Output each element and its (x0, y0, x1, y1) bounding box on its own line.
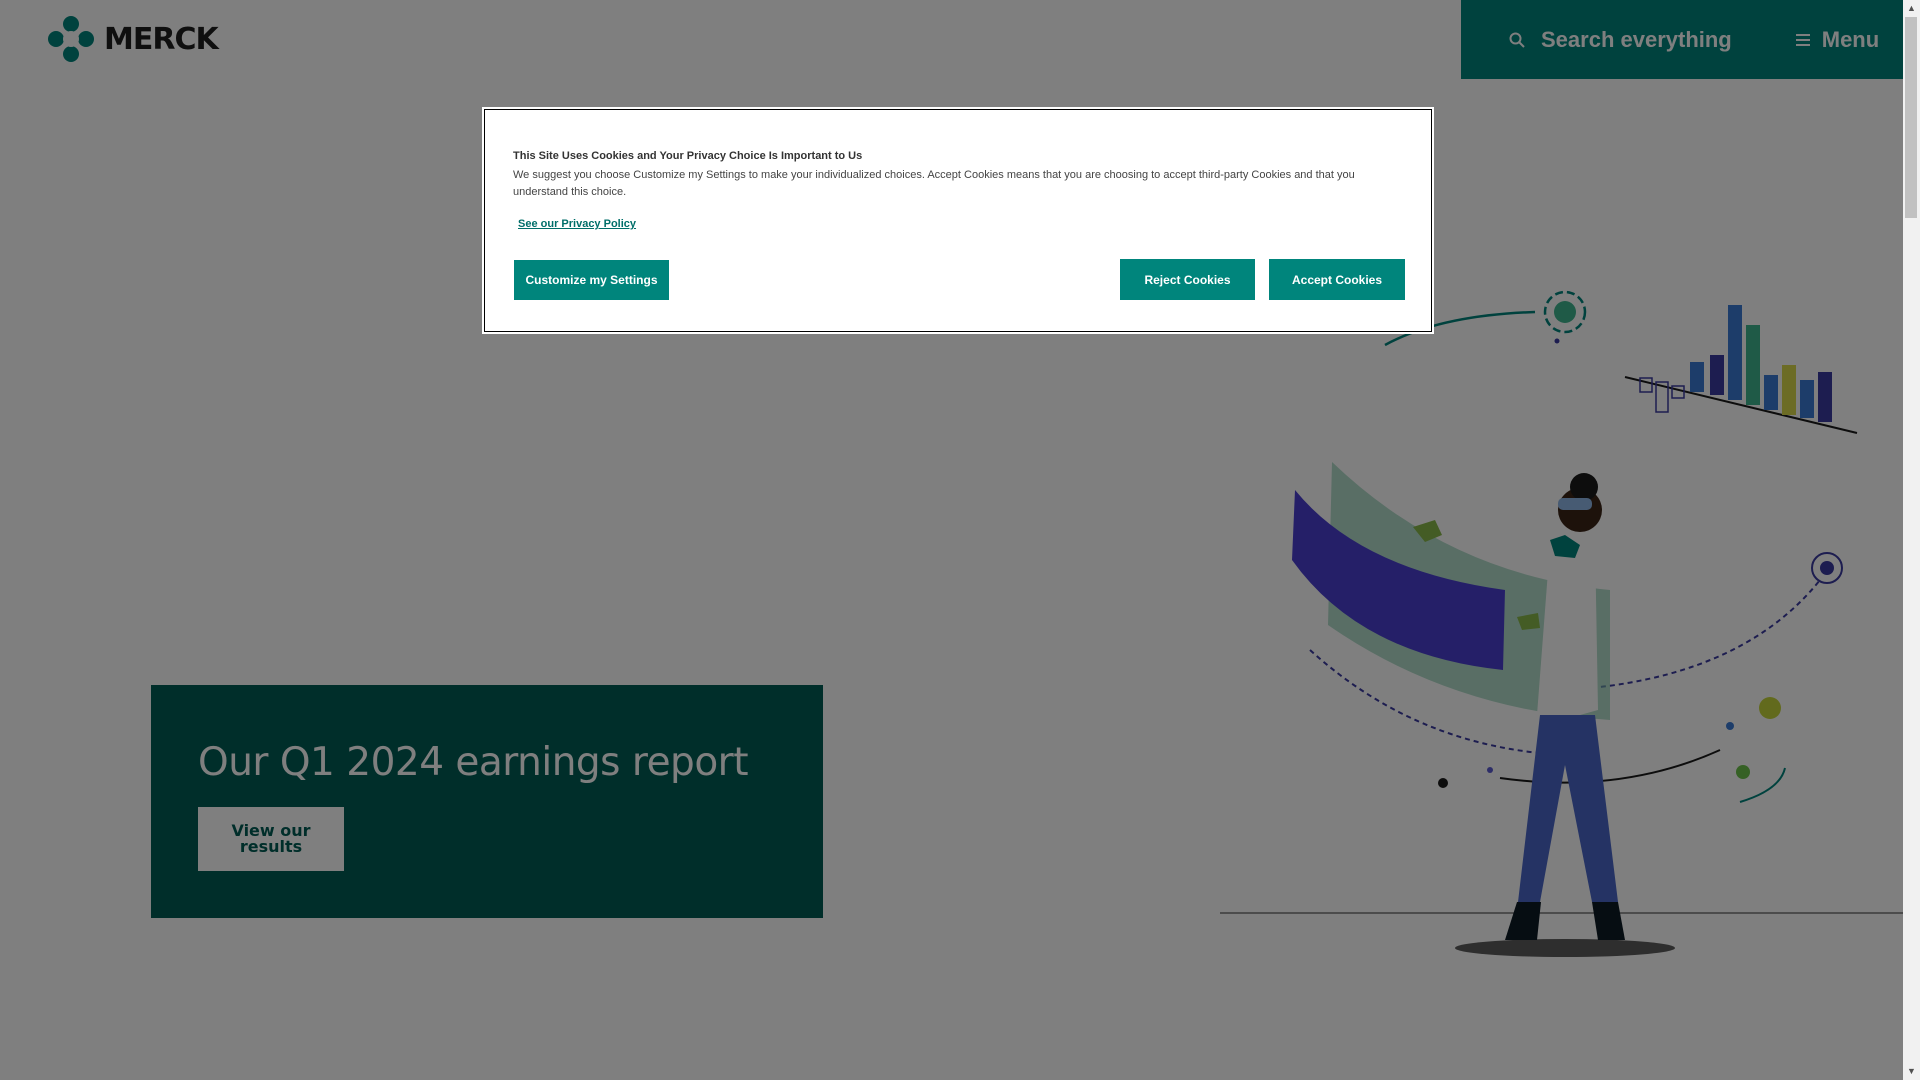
reject-cookies-button[interactable]: Reject Cookies (1120, 259, 1255, 300)
page-scrollbar[interactable]: ▲ ▼ (1903, 0, 1920, 1080)
privacy-policy-link[interactable]: See our Privacy Policy (518, 218, 636, 230)
scroll-down-arrow-icon[interactable]: ▼ (1903, 1063, 1920, 1080)
customize-settings-button[interactable]: Customize my Settings (514, 260, 669, 300)
cookie-consent-dialog: This Site Uses Cookies and Your Privacy … (482, 107, 1434, 334)
page: MERCK Search everything Menu Our Q1 20 (0, 0, 1903, 1080)
cookie-dialog-text: We suggest you choose Customize my Setti… (513, 169, 1355, 198)
accept-cookies-button[interactable]: Accept Cookies (1269, 259, 1405, 300)
cookie-dialog-title: This Site Uses Cookies and Your Privacy … (513, 150, 863, 162)
scroll-up-arrow-icon[interactable]: ▲ (1903, 0, 1920, 17)
scrollbar-thumb[interactable] (1905, 17, 1917, 218)
